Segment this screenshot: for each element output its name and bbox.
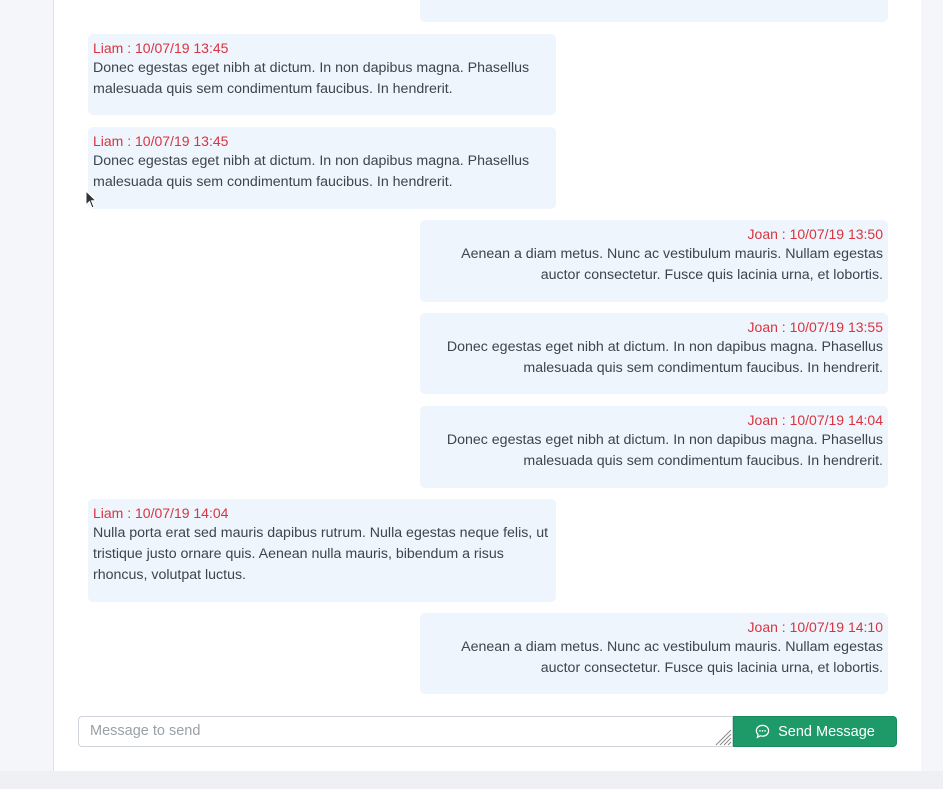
message-bubble: Liam : 10/07/19 13:45 Donec egestas eget… [88,127,556,209]
send-message-label: Send Message [778,723,875,740]
message-sender-time: Joan : 10/07/19 14:10 [747,619,883,635]
message-sender-time: Liam : 10/07/19 13:45 [93,40,229,56]
message-text: Donec egestas eget nibh at dictum. In no… [93,153,530,190]
message-bubble: Joan : 10/07/19 14:04 Donec egestas eget… [420,406,888,488]
footer-band [0,771,943,789]
message-bubble: Joan : 10/07/19 14:10 Aenean a diam metu… [420,613,888,694]
message-sender-time: Joan : 10/07/19 13:55 [747,319,883,335]
message-sender-time: Liam : 10/07/19 14:04 [93,505,229,521]
right-sidebar-edge [921,0,943,771]
chat-bubble-icon [755,724,770,739]
message-text: Donec egestas eget nibh at dictum. In no… [93,60,530,97]
left-sidebar-edge [0,0,54,771]
message-text: Aenean a diam metus. Nunc ac vestibulum … [461,639,883,676]
message-sender-time: Joan : 10/07/19 13:50 [747,226,883,242]
message-text: Donec egestas eget nibh at dictum. In no… [446,339,883,376]
message-text: Donec egestas eget nibh at dictum. In no… [446,432,883,469]
send-message-button[interactable]: Send Message [733,716,897,747]
message-bubble: Joan : 10/07/19 13:50 Aenean a diam metu… [420,220,888,302]
message-sender-time: Joan : 10/07/19 14:04 [747,412,883,428]
message-sender-time: Liam : 10/07/19 13:45 [93,133,229,149]
message-bubble-partial [420,0,888,22]
message-composer: Send Message [78,716,897,747]
message-text: Nulla porta erat sed mauris dapibus rutr… [93,525,549,583]
message-input[interactable] [78,716,733,747]
message-text: Aenean a diam metus. Nunc ac vestibulum … [461,246,883,283]
message-bubble: Liam : 10/07/19 14:04 Nulla porta erat s… [88,499,556,602]
resize-grip-icon[interactable] [714,728,732,746]
chat-page: Liam : 10/07/19 13:45 Donec egestas eget… [0,0,943,789]
mouse-cursor-icon [85,190,97,209]
message-bubble: Joan : 10/07/19 13:55 Donec egestas eget… [420,313,888,394]
message-bubble: Liam : 10/07/19 13:45 Donec egestas eget… [88,34,556,115]
